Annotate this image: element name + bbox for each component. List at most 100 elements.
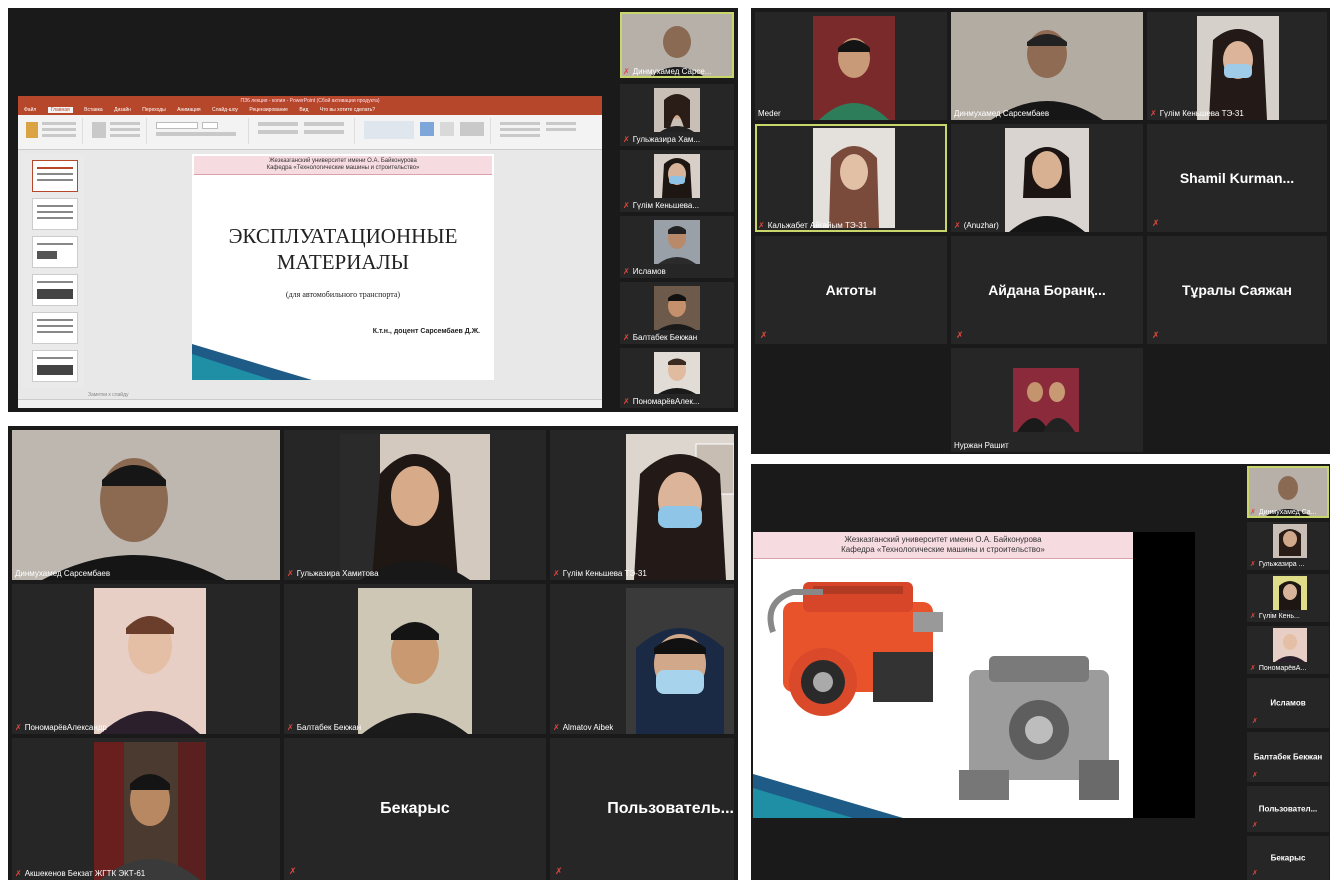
participant-video-tile[interactable]: ✗ Динмухамед Сарсе... — [620, 12, 734, 78]
tell-me-search[interactable]: Что вы хотите сделать? — [320, 107, 375, 113]
participant-video-tile[interactable]: Балтабек Бекжан ✗ — [1247, 732, 1329, 782]
participant-video-tile[interactable]: ✗ Акшекенов Бекзат ЖГТК ЭКТ-61 — [12, 738, 280, 880]
mic-muted-icon: ✗ — [623, 397, 630, 406]
participant-name: Исламов — [632, 267, 666, 276]
slide-thumbnail[interactable] — [32, 236, 78, 268]
tab-review[interactable]: Рецензирование — [249, 107, 288, 113]
participant-video-tile[interactable]: ✗ Гульжазира ... — [1247, 522, 1329, 570]
participant-video-tile[interactable]: ✗ Гульжазира Хам... — [620, 84, 734, 146]
gallery-view-panel-3: Динмухамед Сарсембаев ✗ Гульжазира Хамито… — [8, 426, 738, 880]
participant-video-tile[interactable]: ✗ Гүлім Кеньшева ТЭ-31 — [550, 430, 734, 580]
participant-video-tile[interactable]: ✗ ПономарёвАлександр — [12, 584, 280, 734]
participant-video — [636, 628, 724, 734]
participant-name: Гульжазира ... — [1258, 561, 1305, 568]
participant-video-tile[interactable]: Тұралы Саяжан ✗ — [1147, 236, 1327, 344]
participant-video — [340, 434, 470, 580]
participant-video-tile[interactable]: ✗ Балтабек Бекжан — [284, 584, 546, 734]
slide-notes[interactable]: Заметки к слайду — [88, 391, 596, 399]
ppt-status-bar — [18, 399, 602, 408]
slide-title-line-2: МАТЕРИАЛЫ — [276, 250, 410, 274]
slide-subtitle: (для автомобильного транспорта) — [285, 290, 401, 299]
mic-muted-icon: ✗ — [623, 135, 630, 144]
slide-thumbnail[interactable] — [32, 198, 78, 230]
participant-video-tile[interactable]: Динмухамед Сарсембаев — [12, 430, 280, 580]
participant-video-tile[interactable]: Бекарыс ✗ — [284, 738, 546, 880]
participant-name: ПономарёвАлек... — [632, 397, 700, 406]
participant-name: Гүлім Кеньшева ТЭ-31 — [1159, 109, 1244, 118]
slide-author: К.т.н., доцент Сарсембаев Д.Ж. — [372, 328, 480, 335]
screen-share-panel-1: ПЗ6 лекция - копия - PowerPoint (Сбой ак… — [8, 8, 738, 412]
participant-video — [660, 94, 694, 132]
participant-video-tile[interactable]: ✗ (Anuzhar) — [951, 124, 1143, 232]
participant-video-tile[interactable]: Динмухамед Сарсембаев — [951, 12, 1143, 120]
powerpoint-window[interactable]: ПЗ6 лекция - копия - PowerPoint (Сбой ак… — [18, 96, 602, 408]
slide-thumbnail[interactable] — [32, 350, 78, 382]
participant-video-tile[interactable]: Актоты ✗ — [755, 236, 947, 344]
participant-name: Кальжабет Айгайым ТЭ-31 — [767, 221, 868, 230]
participant-name: Almatov Aibek — [562, 723, 614, 732]
participant-name: (Anuzhar) — [963, 221, 999, 230]
tab-animation[interactable]: Анимация — [177, 107, 200, 113]
mic-muted-icon: ✗ — [15, 869, 22, 878]
participant-video-tile[interactable]: Shamil Kurman... ✗ — [1147, 124, 1327, 232]
slide-thumbnail-pane[interactable] — [22, 154, 84, 388]
participant-video-tile[interactable]: Айдана Боранқ... ✗ — [951, 236, 1143, 344]
mic-muted-icon: ✗ — [1252, 772, 1258, 779]
participant-display-name: Пользовател... — [1258, 804, 1318, 814]
mic-muted-icon: ✗ — [1150, 109, 1157, 118]
participant-video — [819, 38, 889, 120]
participant-video-tile[interactable]: ✗ Гүлім Кеньшева ТЭ-31 — [1147, 12, 1327, 120]
tab-file[interactable]: Файл — [24, 107, 36, 113]
slide-decoration-wedge — [192, 344, 312, 380]
participant-video-tile[interactable]: Пользовател... ✗ — [1247, 786, 1329, 832]
tab-view[interactable]: Вид — [299, 107, 308, 113]
participant-video-tile[interactable]: ✗ Гүлім Кень... — [1247, 574, 1329, 622]
slide-thumbnail[interactable] — [32, 274, 78, 306]
mic-muted-icon: ✗ — [1152, 330, 1160, 340]
participant-video-tile[interactable]: Нуржан Рашит — [951, 348, 1143, 452]
participant-display-name: Shamil Kurman... — [1179, 170, 1295, 186]
participant-video-tile[interactable]: Meder — [755, 12, 947, 120]
participant-video — [658, 226, 696, 264]
participant-video-tile[interactable]: ✗ Гүлім Кеньшева... — [620, 150, 734, 212]
participant-video-tile[interactable]: Бекарыс ✗ — [1247, 836, 1329, 880]
participant-video-tile[interactable]: ✗ Динмухамед Са... — [1247, 466, 1329, 518]
mic-muted-icon: ✗ — [1152, 218, 1160, 228]
participant-name: Гульжазира Хамитова — [296, 569, 379, 578]
mic-muted-icon: ✗ — [1252, 870, 1258, 877]
participant-video — [991, 30, 1103, 120]
slide-thumbnail[interactable] — [32, 312, 78, 344]
participant-video — [362, 622, 468, 734]
participant-video-tile[interactable]: ✗ Исламов — [620, 216, 734, 278]
participant-video-tile[interactable]: ✗ Almatov Aibek — [550, 584, 734, 734]
participant-display-name: Пользователь... — [607, 800, 734, 817]
participant-name: Гүлім Кеньшева ТЭ-31 — [562, 569, 647, 578]
tab-design[interactable]: Дизайн — [114, 107, 131, 113]
current-slide[interactable]: Жезказганский университет имени О.А. Бай… — [192, 154, 494, 380]
participant-display-name: Бекарыс — [1270, 853, 1306, 863]
participant-display-name: Айдана Боранқ... — [988, 282, 1106, 298]
participant-video — [1009, 147, 1085, 232]
participant-name: ПономарёвАлександр — [24, 723, 107, 732]
participant-video-tile[interactable]: ✗ ПономарёвАлек... — [620, 348, 734, 408]
participant-video-tile[interactable]: Пользователь... ✗ — [550, 738, 734, 880]
participant-video-tile[interactable]: ✗ Балтабек Бекжан — [620, 282, 734, 344]
participant-video — [658, 358, 696, 394]
participant-video-tile[interactable]: ✗ Гульжазира Хамитова — [284, 430, 546, 580]
participant-name: Гүлім Кень... — [1258, 613, 1300, 620]
tab-slideshow[interactable]: Слайд-шоу — [212, 107, 238, 113]
mic-muted-icon: ✗ — [623, 267, 630, 276]
participant-video-tile[interactable]: ✗ Кальжабет Айгайым ТЭ-31 — [755, 124, 947, 232]
slide-thumbnail[interactable] — [32, 160, 78, 192]
mic-muted-icon: ✗ — [623, 333, 630, 342]
slide-header: Жезказганский университет имени О.А. Бай… — [753, 532, 1133, 559]
tab-home[interactable]: Главная — [47, 107, 73, 113]
participant-video-tile[interactable]: ✗ ПономарёвА... — [1247, 626, 1329, 674]
mic-muted-icon: ✗ — [758, 221, 765, 230]
shared-slide[interactable]: Жезказганский университет имени О.А. Бай… — [753, 532, 1133, 818]
participant-video-tile[interactable]: Исламов ✗ — [1247, 678, 1329, 728]
tab-transitions[interactable]: Переходы — [142, 107, 165, 113]
tab-insert[interactable]: Вставка — [84, 107, 103, 113]
participant-display-name: Исламов — [1270, 698, 1306, 708]
ppt-ribbon-tabs[interactable]: Файл Главная Вставка Дизайн Переходы Ани… — [18, 106, 602, 115]
